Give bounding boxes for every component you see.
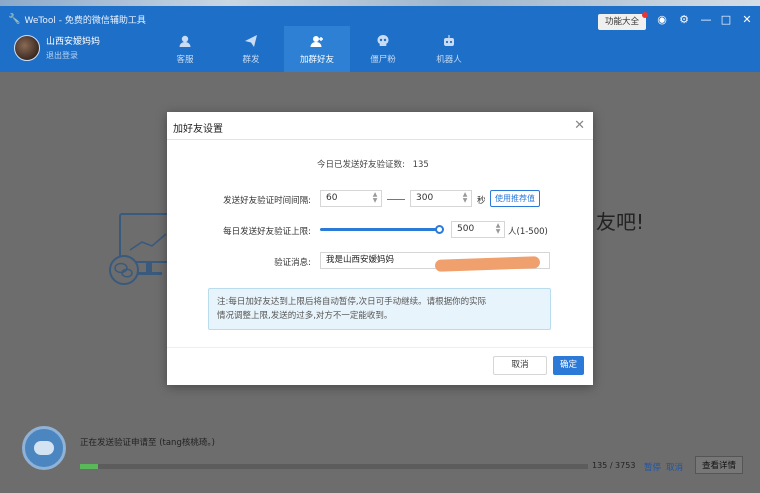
stepper-arrows-icon[interactable]: ▲ ▼ — [494, 223, 502, 236]
nav-item-customer-service[interactable]: 客服 — [152, 26, 218, 72]
interval-min-value: 60 — [326, 193, 338, 203]
interval-min-input[interactable]: 60 ▲ ▼ — [320, 190, 382, 207]
interval-unit: 秒 — [477, 196, 486, 206]
daily-limit-unit: 人(1-500) — [508, 227, 548, 237]
today-sent-value: 135 — [412, 160, 429, 170]
title-bar: 🔧 WeTool - 免费的微信辅助工具 山西安嫒妈妈 退出登录 客服 群发 加… — [0, 0, 760, 72]
nav-item-mass-send[interactable]: 群发 — [218, 26, 284, 72]
nav-label: 群发 — [242, 54, 260, 65]
app-title: 🔧 WeTool - 免费的微信辅助工具 — [8, 13, 146, 26]
nav-item-robot[interactable]: 机器人 — [416, 26, 482, 72]
note-line-1: 注:每日加好友达到上限后将自动暂停,次日可手动继续。请根据你的实际 — [217, 297, 487, 307]
dialog-header: 加好友设置 ✕ — [167, 112, 593, 140]
slider-handle[interactable] — [435, 225, 444, 234]
dialog-title: 加好友设置 — [173, 124, 223, 135]
range-dash — [387, 199, 405, 200]
daily-limit-label: 每日发送好友验证上限: — [223, 227, 311, 237]
main-nav: 客服 群发 加群好友 僵尸粉 机器人 — [152, 26, 482, 72]
daily-limit-slider[interactable] — [320, 225, 444, 234]
logout-link[interactable]: 退出登录 — [46, 50, 100, 61]
sending-chat-icon — [22, 426, 66, 470]
minimize-icon[interactable]: — — [699, 13, 713, 27]
profile-name: 山西安嫒妈妈 — [46, 37, 101, 47]
progress-fill — [80, 464, 99, 469]
today-sent-label: 今日已发送好友验证数: — [317, 160, 405, 170]
wrench-icon: 🔧 — [8, 14, 21, 25]
avatar[interactable] — [14, 34, 40, 61]
message-label: 验证消息: — [274, 258, 311, 268]
daily-limit-input[interactable]: 500 ▲ ▼ — [451, 221, 505, 238]
status-text: 正在发送验证申请至 (tang核桃琦。) — [80, 438, 215, 448]
nav-label: 客服 — [176, 54, 194, 65]
stepper-arrows-icon[interactable]: ▲ ▼ — [371, 192, 379, 205]
add-friend-settings-dialog: 加好友设置 ✕ 今日已发送好友验证数: 135 发送好友验证时间间隔: 60 ▲… — [167, 112, 593, 385]
functions-button[interactable]: 功能大全 — [598, 12, 649, 30]
functions-button-label: 功能大全 — [605, 17, 640, 27]
use-recommended-button[interactable]: 使用推荐值 — [490, 190, 540, 207]
stepper-arrows-icon[interactable]: ▲ ▼ — [461, 192, 469, 205]
maximize-icon[interactable]: □ — [719, 13, 733, 27]
add-friend-icon — [310, 34, 324, 48]
cancel-button[interactable]: 取消 — [493, 356, 547, 375]
close-icon[interactable]: ✕ — [574, 118, 585, 133]
robot-icon — [442, 34, 456, 48]
progress-bar — [80, 464, 588, 469]
customer-service-icon — [178, 34, 192, 48]
ok-button[interactable]: 确定 — [553, 356, 584, 375]
redaction-scribble — [434, 256, 541, 272]
interval-max-input[interactable]: 300 ▲ ▼ — [410, 190, 472, 207]
weibo-icon[interactable]: ◉ — [655, 13, 669, 27]
close-icon[interactable]: ✕ — [740, 13, 754, 27]
view-details-button[interactable]: 查看详情 — [695, 456, 744, 474]
interval-label: 发送好友验证时间间隔: — [223, 196, 311, 206]
today-sent-info: 今日已发送好友验证数: 135 — [317, 158, 429, 170]
user-profile[interactable]: 山西安嫒妈妈 退出登录 — [14, 34, 100, 61]
daily-limit-value: 500 — [457, 224, 475, 234]
pause-link[interactable]: 暂停 — [644, 461, 661, 473]
note-box: 注:每日加好友达到上限后将自动暂停,次日可手动继续。请根据你的实际 情况调整上限… — [208, 288, 551, 330]
background-prompt-text: 友吧! — [596, 210, 645, 234]
gear-icon[interactable]: ⚙ — [677, 13, 691, 27]
nav-item-add-friends[interactable]: 加群好友 — [284, 26, 350, 72]
notification-dot — [642, 12, 649, 18]
nav-label: 机器人 — [436, 54, 462, 65]
dialog-body: 今日已发送好友验证数: 135 发送好友验证时间间隔: 60 ▲ ▼ 300 ▲ ▼… — [167, 140, 593, 347]
cancel-sending-link[interactable]: 取消 — [666, 461, 683, 473]
nav-label: 僵尸粉 — [370, 54, 396, 65]
send-icon — [244, 34, 258, 48]
interval-max-value: 300 — [416, 193, 434, 203]
progress-count: 135 / 3753 — [592, 461, 636, 470]
nav-item-zombie-fans[interactable]: 僵尸粉 — [350, 26, 416, 72]
status-bar: 正在发送验证申请至 (tang核桃琦。) 135 / 3753 暂停 取消 查看… — [0, 420, 760, 493]
skull-icon — [376, 34, 390, 48]
dialog-footer: 取消 确定 — [167, 347, 593, 385]
window-top-strip — [0, 0, 760, 6]
nav-label: 加群好友 — [299, 54, 334, 65]
app-title-text: WeTool - 免费的微信辅助工具 — [24, 16, 146, 26]
note-line-2: 情况调整上限,发送的过多,对方不一定能收到。 — [217, 311, 393, 321]
